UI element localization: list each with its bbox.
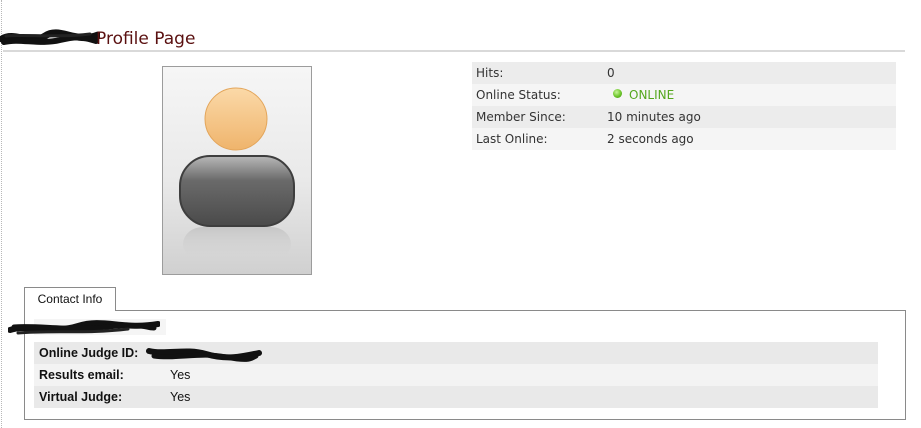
redacted-contact-heading-scribble bbox=[8, 320, 160, 335]
contact-value: Yes bbox=[170, 390, 191, 404]
left-dotted-border bbox=[1, 0, 2, 428]
tab-contact-info[interactable]: Contact Info bbox=[24, 287, 116, 311]
avatar-head bbox=[204, 87, 268, 151]
contact-label: Results email: bbox=[39, 368, 124, 382]
profile-stats-table: Hits: 0 Online Status: ONLINE Member Sin… bbox=[472, 62, 896, 150]
stats-row-member-since: Member Since: 10 minutes ago bbox=[472, 106, 896, 128]
contact-value-redacted bbox=[165, 342, 878, 364]
default-user-avatar-icon bbox=[179, 87, 295, 261]
stats-label: Member Since: bbox=[476, 110, 566, 124]
profile-avatar bbox=[162, 66, 312, 275]
avatar-body bbox=[179, 155, 295, 227]
title-divider bbox=[3, 50, 905, 52]
contact-value: Yes bbox=[170, 368, 191, 382]
page-title: Profile Page bbox=[96, 29, 196, 49]
contact-label: Virtual Judge: bbox=[39, 390, 123, 404]
online-status-cell: ONLINE bbox=[603, 84, 896, 106]
stats-value: 0 bbox=[607, 66, 615, 80]
stats-value: 10 minutes ago bbox=[607, 110, 701, 124]
stats-row-online-status: Online Status: ONLINE bbox=[472, 84, 896, 106]
redacted-judge-id-scribble bbox=[146, 348, 262, 362]
contact-row-virtual-judge: Virtual Judge: Yes bbox=[34, 386, 878, 408]
online-status-value: ONLINE bbox=[629, 88, 675, 102]
stats-value: 2 seconds ago bbox=[607, 132, 694, 146]
stats-label: Online Status: bbox=[476, 88, 561, 102]
contact-row-results-email: Results email: Yes bbox=[34, 364, 878, 386]
online-dot-icon bbox=[613, 89, 622, 98]
stats-label: Hits: bbox=[476, 66, 504, 80]
stats-row-last-online: Last Online: 2 seconds ago bbox=[472, 128, 896, 150]
stats-label: Last Online: bbox=[476, 132, 548, 146]
redacted-username-scribble bbox=[0, 29, 100, 45]
stats-row-hits: Hits: 0 bbox=[472, 62, 896, 84]
